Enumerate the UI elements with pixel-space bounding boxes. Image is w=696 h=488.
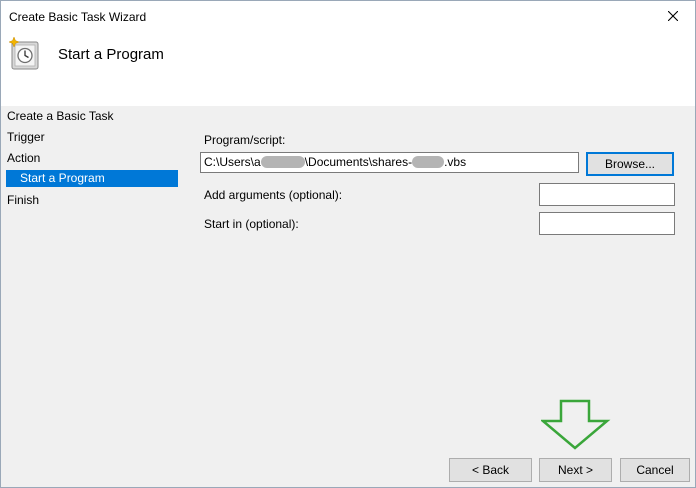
program-path-middle: \Documents\shares-	[304, 155, 413, 169]
nav-step-start-a-program: Start a Program	[6, 170, 178, 187]
wizard-content: Program/script: C:\Users\a \Documents\sha…	[187, 106, 695, 446]
browse-button[interactable]: Browse...	[586, 152, 674, 176]
redacted-filename	[412, 156, 445, 168]
scheduled-task-icon	[9, 37, 39, 70]
program-script-input[interactable]: C:\Users\a \Documents\shares- .vbs	[200, 152, 579, 173]
wizard-header: Start a Program	[1, 32, 695, 106]
start-in-input[interactable]	[539, 212, 675, 235]
wizard-steps-nav: Create a Basic Task Trigger Action Start…	[1, 106, 187, 446]
annotation-down-arrow	[541, 399, 611, 450]
wizard-footer: < Back Next > Cancel	[1, 446, 695, 487]
redacted-username	[260, 156, 305, 168]
close-button[interactable]	[651, 1, 695, 31]
nav-step-action: Action	[7, 151, 41, 165]
program-path-suffix: .vbs	[444, 155, 467, 169]
window-title: Create Basic Task Wizard	[9, 10, 147, 24]
close-icon	[668, 11, 678, 21]
program-path-prefix: C:\Users\a	[204, 155, 261, 169]
add-arguments-input[interactable]	[539, 183, 675, 206]
nav-step-finish: Finish	[7, 193, 40, 207]
nav-step-create-basic-task: Create a Basic Task	[7, 109, 114, 123]
next-button[interactable]: Next >	[539, 458, 612, 482]
cancel-button[interactable]: Cancel	[620, 458, 690, 482]
wizard-window: Create Basic Task Wizard Start a Program…	[0, 0, 696, 488]
nav-step-trigger: Trigger	[7, 130, 45, 144]
title-bar: Create Basic Task Wizard	[1, 1, 695, 32]
program-script-label: Program/script:	[204, 133, 286, 147]
start-in-label: Start in (optional):	[204, 217, 299, 231]
add-arguments-label: Add arguments (optional):	[204, 188, 343, 202]
page-title: Start a Program	[58, 46, 164, 63]
back-button[interactable]: < Back	[449, 458, 532, 482]
